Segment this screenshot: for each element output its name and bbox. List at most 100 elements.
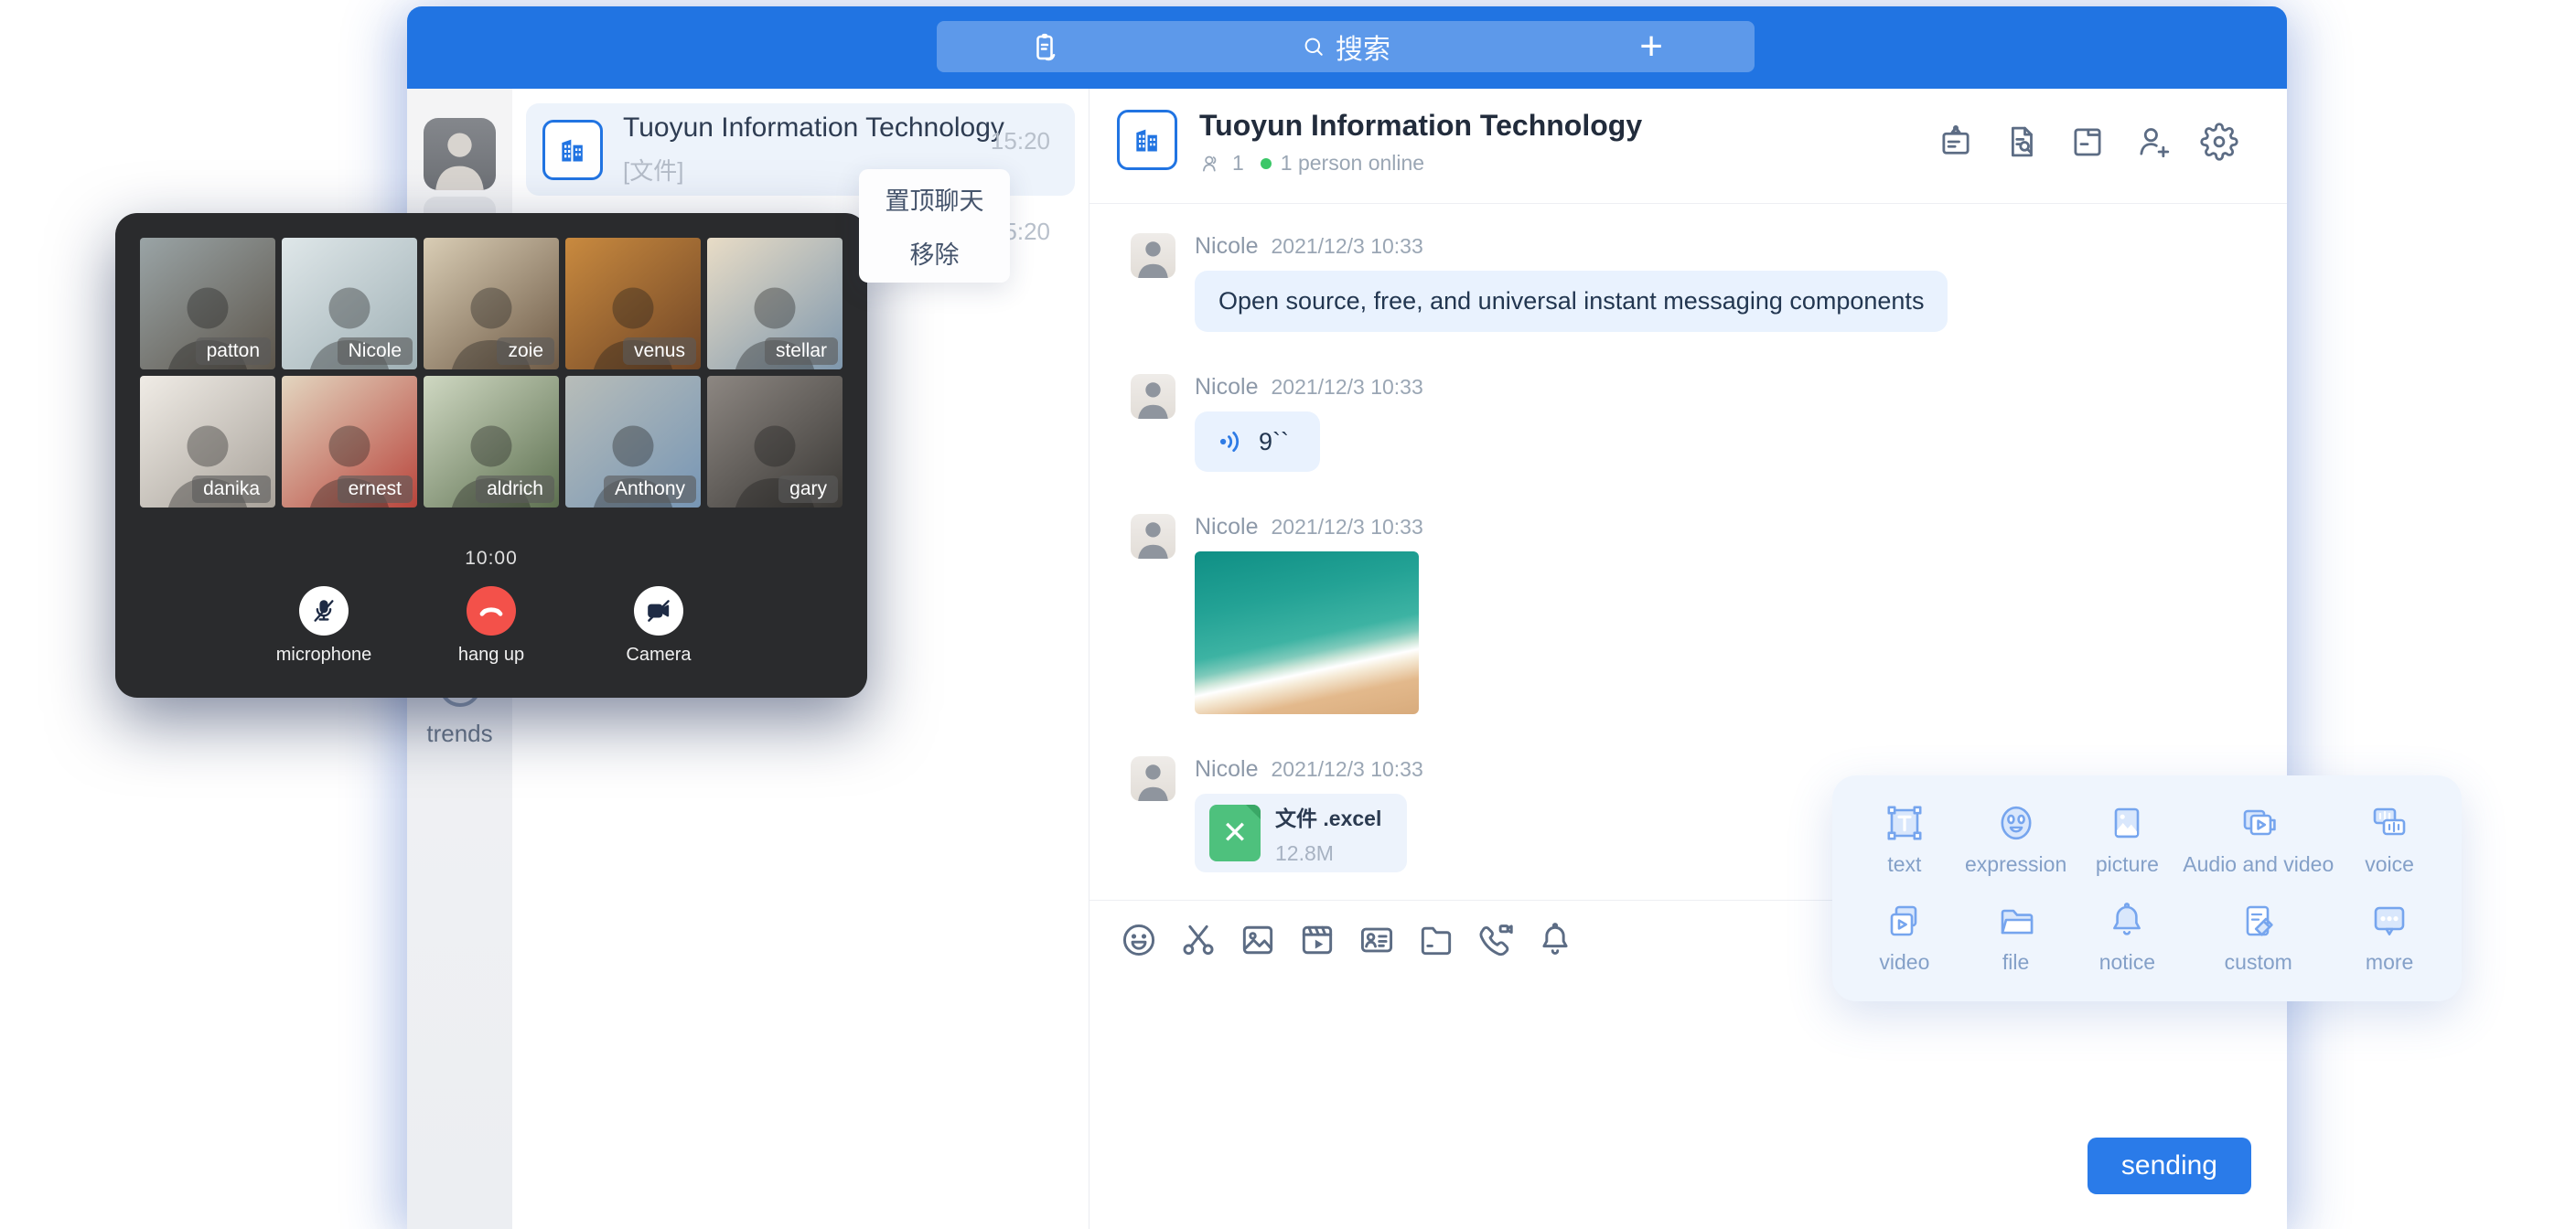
hang-up-button[interactable]: hang up	[436, 586, 546, 666]
participant-video-tile: stellar	[707, 238, 843, 369]
panel-item-custom[interactable]: custom	[2183, 899, 2334, 975]
message-voice: Nicole 2021/12/3 10:33	[1131, 374, 2287, 472]
page: 搜索 + trends	[0, 0, 2576, 1229]
sender-name: Nicole	[1195, 514, 1258, 540]
conversation-title: Tuoyun Information Technology	[623, 112, 1004, 144]
menu-item-pin-chat[interactable]: 置顶聊天	[859, 174, 1010, 224]
camera-toggle[interactable]: Camera	[604, 586, 714, 666]
member-count: 1	[1232, 151, 1244, 176]
panel-label: text	[1887, 852, 1921, 877]
call-controls: microphone hang up Camer	[115, 586, 867, 666]
message-input-area[interactable]: sending	[1089, 978, 2287, 1229]
participant-name: danika	[192, 476, 271, 503]
notice-board-icon[interactable]	[1936, 122, 1976, 162]
camera-muted-icon	[645, 597, 672, 625]
panel-item-voice[interactable]: voice	[2334, 801, 2445, 877]
camera-label: Camera	[626, 645, 691, 666]
hang-up-icon	[477, 596, 506, 625]
add-member-icon[interactable]	[2133, 122, 2174, 162]
custom-icon	[2237, 899, 2281, 943]
panel-label: more	[2366, 950, 2413, 975]
chat-title: Tuoyun Information Technology	[1199, 109, 1642, 143]
sender-name: Nicole	[1195, 374, 1258, 401]
settings-gear-icon[interactable]	[2199, 122, 2239, 162]
sender-avatar[interactable]	[1131, 514, 1175, 559]
participant-video-tile: patton	[140, 238, 275, 369]
panel-label: custom	[2225, 950, 2292, 975]
video-icon	[1883, 899, 1927, 943]
search-bar[interactable]: 搜索 +	[937, 21, 1755, 72]
more-icon	[2367, 899, 2411, 943]
sender-avatar[interactable]	[1131, 374, 1175, 419]
message-time: 2021/12/3 10:33	[1271, 375, 1422, 400]
sender-avatar[interactable]	[1131, 233, 1175, 278]
panel-item-expression[interactable]: expression	[1960, 801, 2072, 877]
notification-bell-icon[interactable]	[1535, 920, 1575, 960]
call-log-icon[interactable]	[1028, 31, 1061, 69]
voice-message-bubble[interactable]: 9``	[1195, 411, 1320, 472]
panel-item-audio-video[interactable]: Audio and video	[2183, 801, 2334, 877]
send-image-icon[interactable]	[1238, 920, 1278, 960]
panel-item-video[interactable]: video	[1849, 899, 1960, 975]
participant-video-tile: aldrich	[424, 376, 559, 508]
hang-up-label: hang up	[458, 645, 524, 666]
emoji-icon[interactable]	[1119, 920, 1159, 960]
message-type-panel: text expression picture	[1832, 775, 2462, 1001]
send-button[interactable]: sending	[2088, 1138, 2251, 1194]
panel-item-picture[interactable]: picture	[2072, 801, 2184, 877]
participant-video-tile: danika	[140, 376, 275, 508]
online-status: 1 person online	[1281, 151, 1424, 176]
conversation-time: 15:20	[991, 127, 1050, 155]
panel-item-more[interactable]: more	[2334, 899, 2445, 975]
panel-label: video	[1879, 950, 1929, 975]
expression-icon	[1994, 801, 2038, 845]
send-file-folder-icon[interactable]	[1416, 920, 1456, 960]
voice-icon	[2367, 801, 2411, 845]
panel-item-file[interactable]: file	[1960, 899, 2072, 975]
menu-item-remove[interactable]: 移除	[859, 228, 1010, 278]
contact-card-icon[interactable]	[1357, 920, 1397, 960]
text-message-bubble: Open source, free, and universal instant…	[1195, 271, 1948, 332]
group-files-icon[interactable]	[2067, 122, 2108, 162]
participant-video-tile: venus	[565, 238, 701, 369]
message-time: 2021/12/3 10:33	[1271, 757, 1422, 782]
panel-label: voice	[2365, 852, 2414, 877]
microphone-muted-icon	[310, 597, 338, 625]
panel-label: notice	[2099, 950, 2155, 975]
online-dot	[1261, 158, 1272, 169]
image-message-beach-photo[interactable]	[1195, 551, 1419, 714]
microphone-toggle[interactable]: microphone	[269, 586, 379, 666]
building-icon	[1129, 122, 1165, 158]
panel-label: expression	[1965, 852, 2066, 877]
my-avatar[interactable]	[424, 118, 496, 190]
send-video-icon[interactable]	[1297, 920, 1337, 960]
add-button[interactable]: +	[1639, 25, 1663, 69]
file-name: 文件 .excel	[1275, 801, 1381, 832]
message-time: 2021/12/3 10:33	[1271, 234, 1422, 259]
participant-name: Anthony	[604, 476, 696, 503]
members-icon	[1199, 152, 1223, 176]
participant-name: stellar	[765, 337, 838, 365]
search-icon	[1301, 34, 1326, 59]
chat-record-search-icon[interactable]	[2002, 122, 2042, 162]
building-icon	[554, 132, 591, 168]
message-time: 2021/12/3 10:33	[1271, 515, 1422, 540]
group-avatar	[542, 120, 603, 180]
panel-item-notice[interactable]: notice	[2072, 899, 2184, 975]
panel-label: picture	[2096, 852, 2159, 877]
call-timer: 10:00	[115, 548, 867, 570]
search-placeholder: 搜索	[1336, 27, 1390, 67]
trends-label: trends	[407, 720, 512, 748]
sender-avatar[interactable]	[1131, 756, 1175, 801]
screenshot-scissors-icon[interactable]	[1178, 920, 1218, 960]
chat-header: Tuoyun Information Technology 1 1 person…	[1089, 89, 2287, 204]
audio-video-call-icon[interactable]	[1476, 920, 1516, 960]
text-icon	[1883, 801, 1927, 845]
panel-item-text[interactable]: text	[1849, 801, 1960, 877]
file-message-bubble[interactable]: ✕ 文件 .excel 12.8M	[1195, 794, 1407, 872]
audio-video-icon	[2237, 801, 2281, 845]
voice-duration: 9``	[1259, 428, 1289, 456]
participant-name: patton	[196, 337, 271, 365]
participant-name: venus	[623, 337, 696, 365]
group-avatar	[1117, 110, 1177, 170]
